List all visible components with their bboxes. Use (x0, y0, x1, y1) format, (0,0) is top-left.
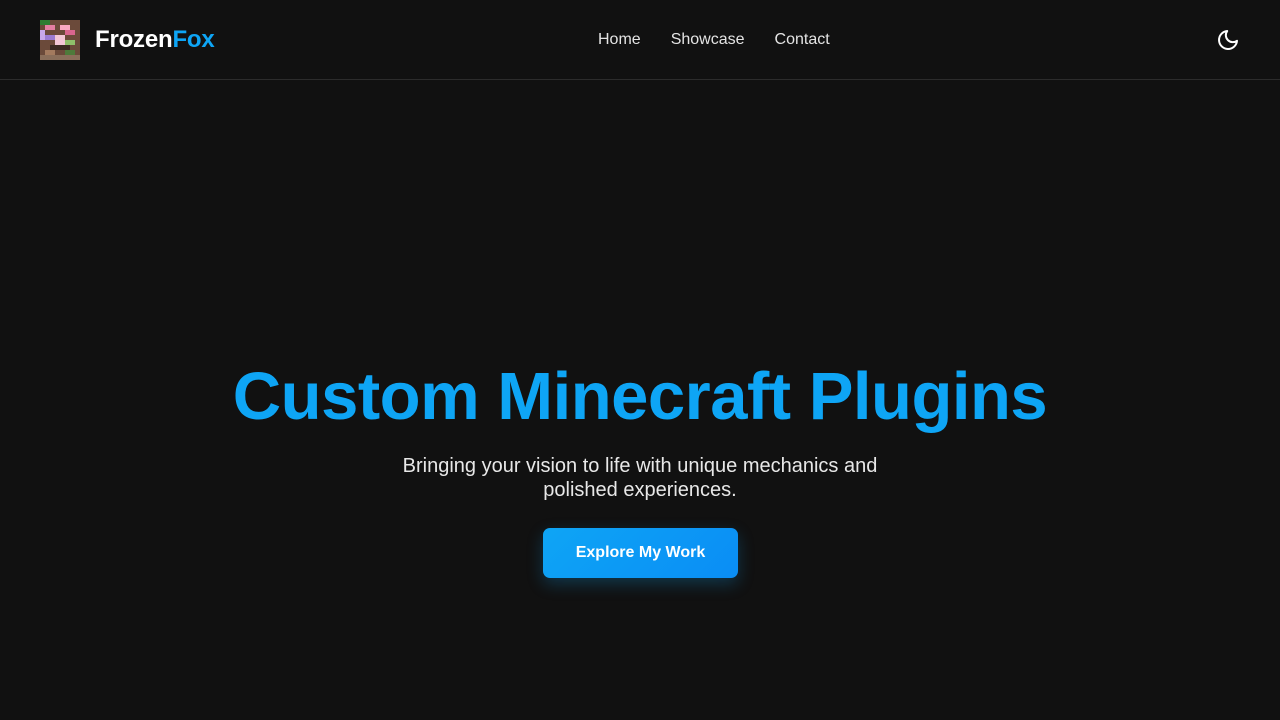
brand-link[interactable]: FrozenFox (40, 20, 215, 60)
brand-name: FrozenFox (95, 26, 215, 54)
navbar: FrozenFox Home Showcase Contact (0, 0, 1280, 80)
hero-title: Custom Minecraft Plugins (232, 359, 1048, 434)
moon-icon (1218, 30, 1238, 50)
nav-link-showcase[interactable]: Showcase (657, 28, 759, 52)
nav-link-home[interactable]: Home (584, 28, 655, 52)
brand-name-accent: Fox (172, 26, 215, 53)
theme-toggle-button[interactable] (1214, 26, 1242, 54)
brand-name-primary: Frozen (95, 26, 173, 53)
hero-section: Custom Minecraft Plugins Bringing your v… (0, 81, 1280, 720)
explore-work-button[interactable]: Explore My Work (543, 528, 738, 578)
nav-links: Home Showcase Contact (598, 28, 830, 52)
hero-subtitle: Bringing your vision to life with unique… (402, 455, 878, 501)
fox-logo-icon (40, 20, 80, 60)
nav-link-contact[interactable]: Contact (761, 28, 844, 52)
